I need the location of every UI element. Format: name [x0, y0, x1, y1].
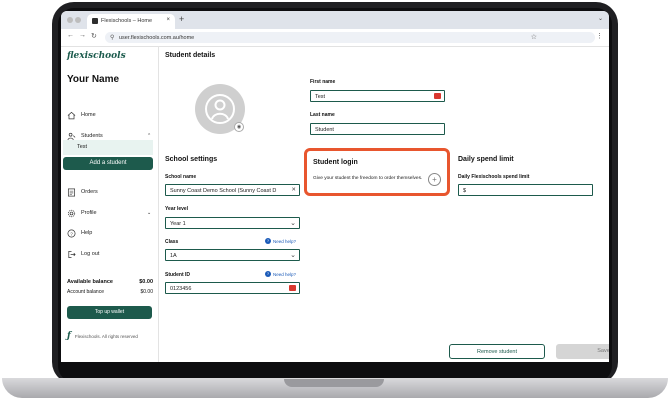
student-login-card: Student login Give your student the free… — [304, 148, 450, 196]
window-close-icon[interactable] — [67, 17, 73, 23]
chevron-up-icon[interactable]: ⌃ — [147, 133, 151, 139]
browser-tab-bar: Flexischools – Home × + ⌄ — [61, 11, 609, 29]
save-button[interactable]: Save — [556, 344, 609, 359]
nav-logout[interactable]: Log out — [67, 249, 99, 259]
student-id-field[interactable]: 0123456 — [165, 282, 300, 294]
class-select[interactable]: 1A ⌄ — [165, 249, 300, 261]
student-id-label: Student ID — [165, 272, 190, 278]
nav-home[interactable]: Home — [67, 110, 96, 120]
account-balance-row: Account balance $0.00 — [67, 289, 153, 295]
site-info-icon[interactable]: ⚲ — [110, 34, 114, 41]
chevron-down-icon: ⌄ — [290, 252, 296, 259]
screen: Flexischools – Home × + ⌄ ← → ↻ ⚲ user.f… — [61, 11, 609, 362]
chevron-down-icon: ⌄ — [290, 220, 296, 227]
clear-icon[interactable]: ✕ — [291, 187, 296, 193]
student-item-label: Test — [77, 144, 88, 150]
add-student-button[interactable]: Add a student — [63, 157, 153, 170]
camera-icon[interactable]: ◉ — [234, 122, 244, 132]
svg-text:?: ? — [70, 231, 73, 236]
last-name-field[interactable]: Student — [310, 123, 445, 135]
account-balance-label: Account balance — [67, 289, 104, 295]
nav-orders[interactable]: Orders — [67, 187, 98, 197]
back-icon[interactable]: ← — [67, 32, 74, 39]
orders-icon — [67, 188, 76, 196]
bookmark-star-icon[interactable]: ☆ — [531, 33, 537, 41]
url-field[interactable]: ⚲ user.flexischools.com.au/home ☆ — [105, 32, 595, 43]
nav-logout-label: Log out — [81, 251, 100, 257]
url-text: user.flexischools.com.au/home — [119, 35, 195, 41]
favicon-icon — [92, 18, 98, 24]
tab-title: Flexischools – Home — [101, 18, 153, 24]
school-name-value: Sunny Coast Demo School (Sunny Coast D — [170, 188, 277, 194]
top-up-wallet-button[interactable]: Top up wallet — [67, 306, 152, 319]
avatar[interactable]: ◉ — [195, 84, 245, 134]
class-label: Class — [165, 239, 179, 245]
daily-spend-input[interactable]: $ — [458, 184, 593, 196]
daily-spend-value: $ — [463, 188, 467, 194]
help-icon: ? — [67, 229, 76, 237]
nav-profile-label: Profile — [81, 210, 97, 216]
last-name-value: Student — [315, 127, 334, 133]
student-id-need-help-link[interactable]: ? Need help? — [265, 271, 296, 277]
nav-students-label: Students — [81, 133, 103, 139]
last-name-label: Last name — [310, 112, 335, 118]
gear-icon — [67, 209, 76, 217]
chevron-down-icon[interactable]: ⌄ — [147, 210, 151, 216]
nav-help[interactable]: ? Help — [67, 228, 92, 238]
year-level-label: Year level — [165, 206, 189, 212]
add-student-login-button[interactable]: + — [428, 173, 441, 186]
footer-text: Flexischools. All rights reserved — [74, 333, 138, 339]
student-login-title: Student login — [313, 159, 358, 166]
tab-close-icon[interactable]: × — [166, 17, 170, 23]
school-name-field[interactable]: Sunny Coast Demo School (Sunny Coast D ✕ — [165, 184, 300, 196]
browser-tab[interactable]: Flexischools – Home × — [87, 14, 175, 29]
tab-list-chevron-icon[interactable]: ⌄ — [598, 15, 603, 22]
daily-spend-title: Daily spend limit — [458, 156, 514, 163]
student-login-description: Give your student the freedom to order t… — [313, 176, 423, 181]
student-id-need-help-text: Need help? — [273, 271, 297, 277]
available-balance-label: Available balance — [67, 279, 113, 285]
year-level-value: Year 1 — [170, 221, 186, 227]
laptop-notch — [284, 379, 384, 387]
first-name-label: First name — [310, 79, 336, 85]
footer: ƒ Flexischools. All rights reserved — [67, 331, 138, 341]
nav-home-label: Home — [81, 112, 96, 118]
flexischools-logo[interactable]: flexischools — [67, 51, 126, 61]
home-icon — [67, 111, 76, 119]
new-tab-icon[interactable]: + — [179, 14, 184, 24]
forward-icon[interactable]: → — [79, 32, 86, 39]
help-circle-icon: ? — [265, 238, 271, 244]
browser-menu-icon[interactable]: ⋮ — [596, 32, 603, 40]
available-balance-value: $0.00 — [139, 279, 153, 285]
footer-logo-icon: ƒ — [67, 331, 71, 341]
class-value: 1A — [170, 253, 177, 259]
autofill-card-icon[interactable] — [434, 93, 441, 99]
class-need-help-link[interactable]: ? Need help? — [265, 238, 296, 244]
first-name-field[interactable]: Test — [310, 90, 445, 102]
help-circle-icon: ? — [265, 271, 271, 277]
school-name-label: School name — [165, 174, 197, 180]
reload-icon[interactable]: ↻ — [91, 32, 97, 40]
autofill-card-icon[interactable] — [289, 285, 296, 291]
year-level-select[interactable]: Year 1 ⌄ — [165, 217, 300, 229]
student-id-value: 0123456 — [170, 286, 192, 292]
user-name: Your Name — [67, 74, 120, 85]
logout-icon — [68, 250, 76, 258]
main-content: Student details ◉ First name Test Last n… — [159, 46, 609, 362]
first-name-value: Test — [315, 94, 326, 100]
school-settings-title: School settings — [165, 156, 218, 163]
window-minimize-icon[interactable] — [75, 17, 81, 23]
sidebar: flexischools Your Name Home Students ⌃ T… — [61, 46, 159, 362]
student-details-title: Student details — [165, 52, 216, 59]
nav-profile[interactable]: Profile ⌄ — [67, 208, 151, 218]
account-balance-value: $0.00 — [140, 289, 153, 295]
nav-help-label: Help — [81, 230, 93, 236]
sidebar-student-test[interactable]: Test — [63, 140, 153, 155]
available-balance-row: Available balance $0.00 — [67, 279, 153, 285]
remove-student-button[interactable]: Remove student — [449, 344, 545, 359]
class-need-help-text: Need help? — [273, 238, 297, 244]
nav-orders-label: Orders — [81, 189, 98, 195]
daily-spend-label: Daily Flexischools spend limit — [458, 174, 530, 180]
address-bar: ← → ↻ ⚲ user.flexischools.com.au/home ☆ … — [61, 29, 609, 47]
